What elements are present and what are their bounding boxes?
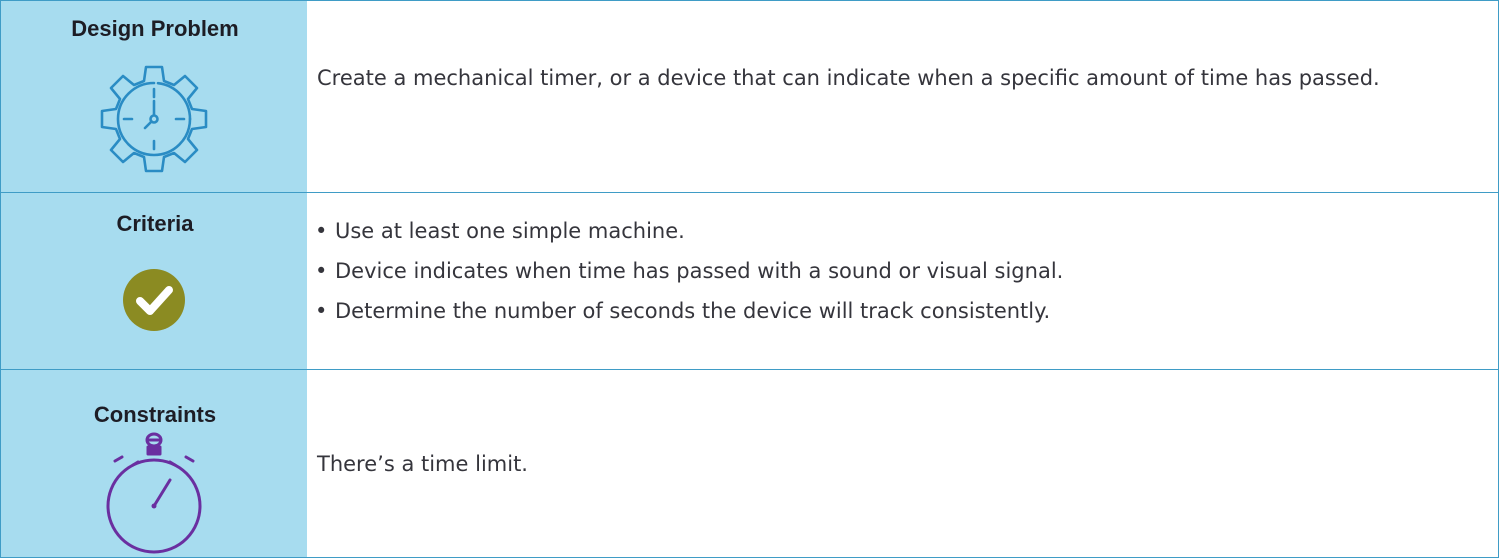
checkmark-circle-icon [123,269,185,331]
constraints-text: There’s a time limit. [317,452,528,476]
criteria-item: • Use at least one simple machine. [315,221,1063,242]
criteria-content-cell: • Use at least one simple machine. • Devic… [307,193,1499,370]
gear-clock-icon [100,65,208,173]
design-problem-title: Design Problem [71,16,239,41]
criteria-title: Criteria [116,211,194,236]
criteria-item: • Device indicates when time has passed w… [315,261,1063,282]
criteria-item: • Determine the number of seconds the dev… [315,301,1063,322]
bullet-icon: • [315,219,328,243]
bullet-icon: • [315,299,328,323]
criteria-item-text: Use at least one simple machine. [335,219,685,243]
criteria-item-text: Device indicates when time has passed wi… [335,259,1064,283]
constraints-title: Constraints [93,402,217,427]
design-table: Design Problem Create a mechanical timer… [0,0,1499,558]
design-problem-content-cell: Create a mechanical timer, or a device t… [307,0,1499,193]
design-problem-label-cell: Design Problem [0,0,308,193]
design-problem-text: Create a mechanical timer, or a device t… [317,66,1380,90]
design-problem-row: Design Problem Create a mechanical timer… [0,0,1499,193]
criteria-label-cell: Criteria [0,193,308,370]
constraints-label-cell: Constraints [0,370,308,558]
constraints-content-cell: There’s a time limit. [307,370,1499,558]
bullet-icon: • [315,259,328,283]
stopwatch-icon [106,432,202,554]
criteria-list: • Use at least one simple machine. • Devic… [315,221,1063,341]
constraints-row: Constraints There’s a time limit. [0,370,1499,558]
criteria-item-text: Determine the number of seconds the devi… [335,299,1051,323]
criteria-row: Criteria • Use at least one simple machin… [0,193,1499,370]
